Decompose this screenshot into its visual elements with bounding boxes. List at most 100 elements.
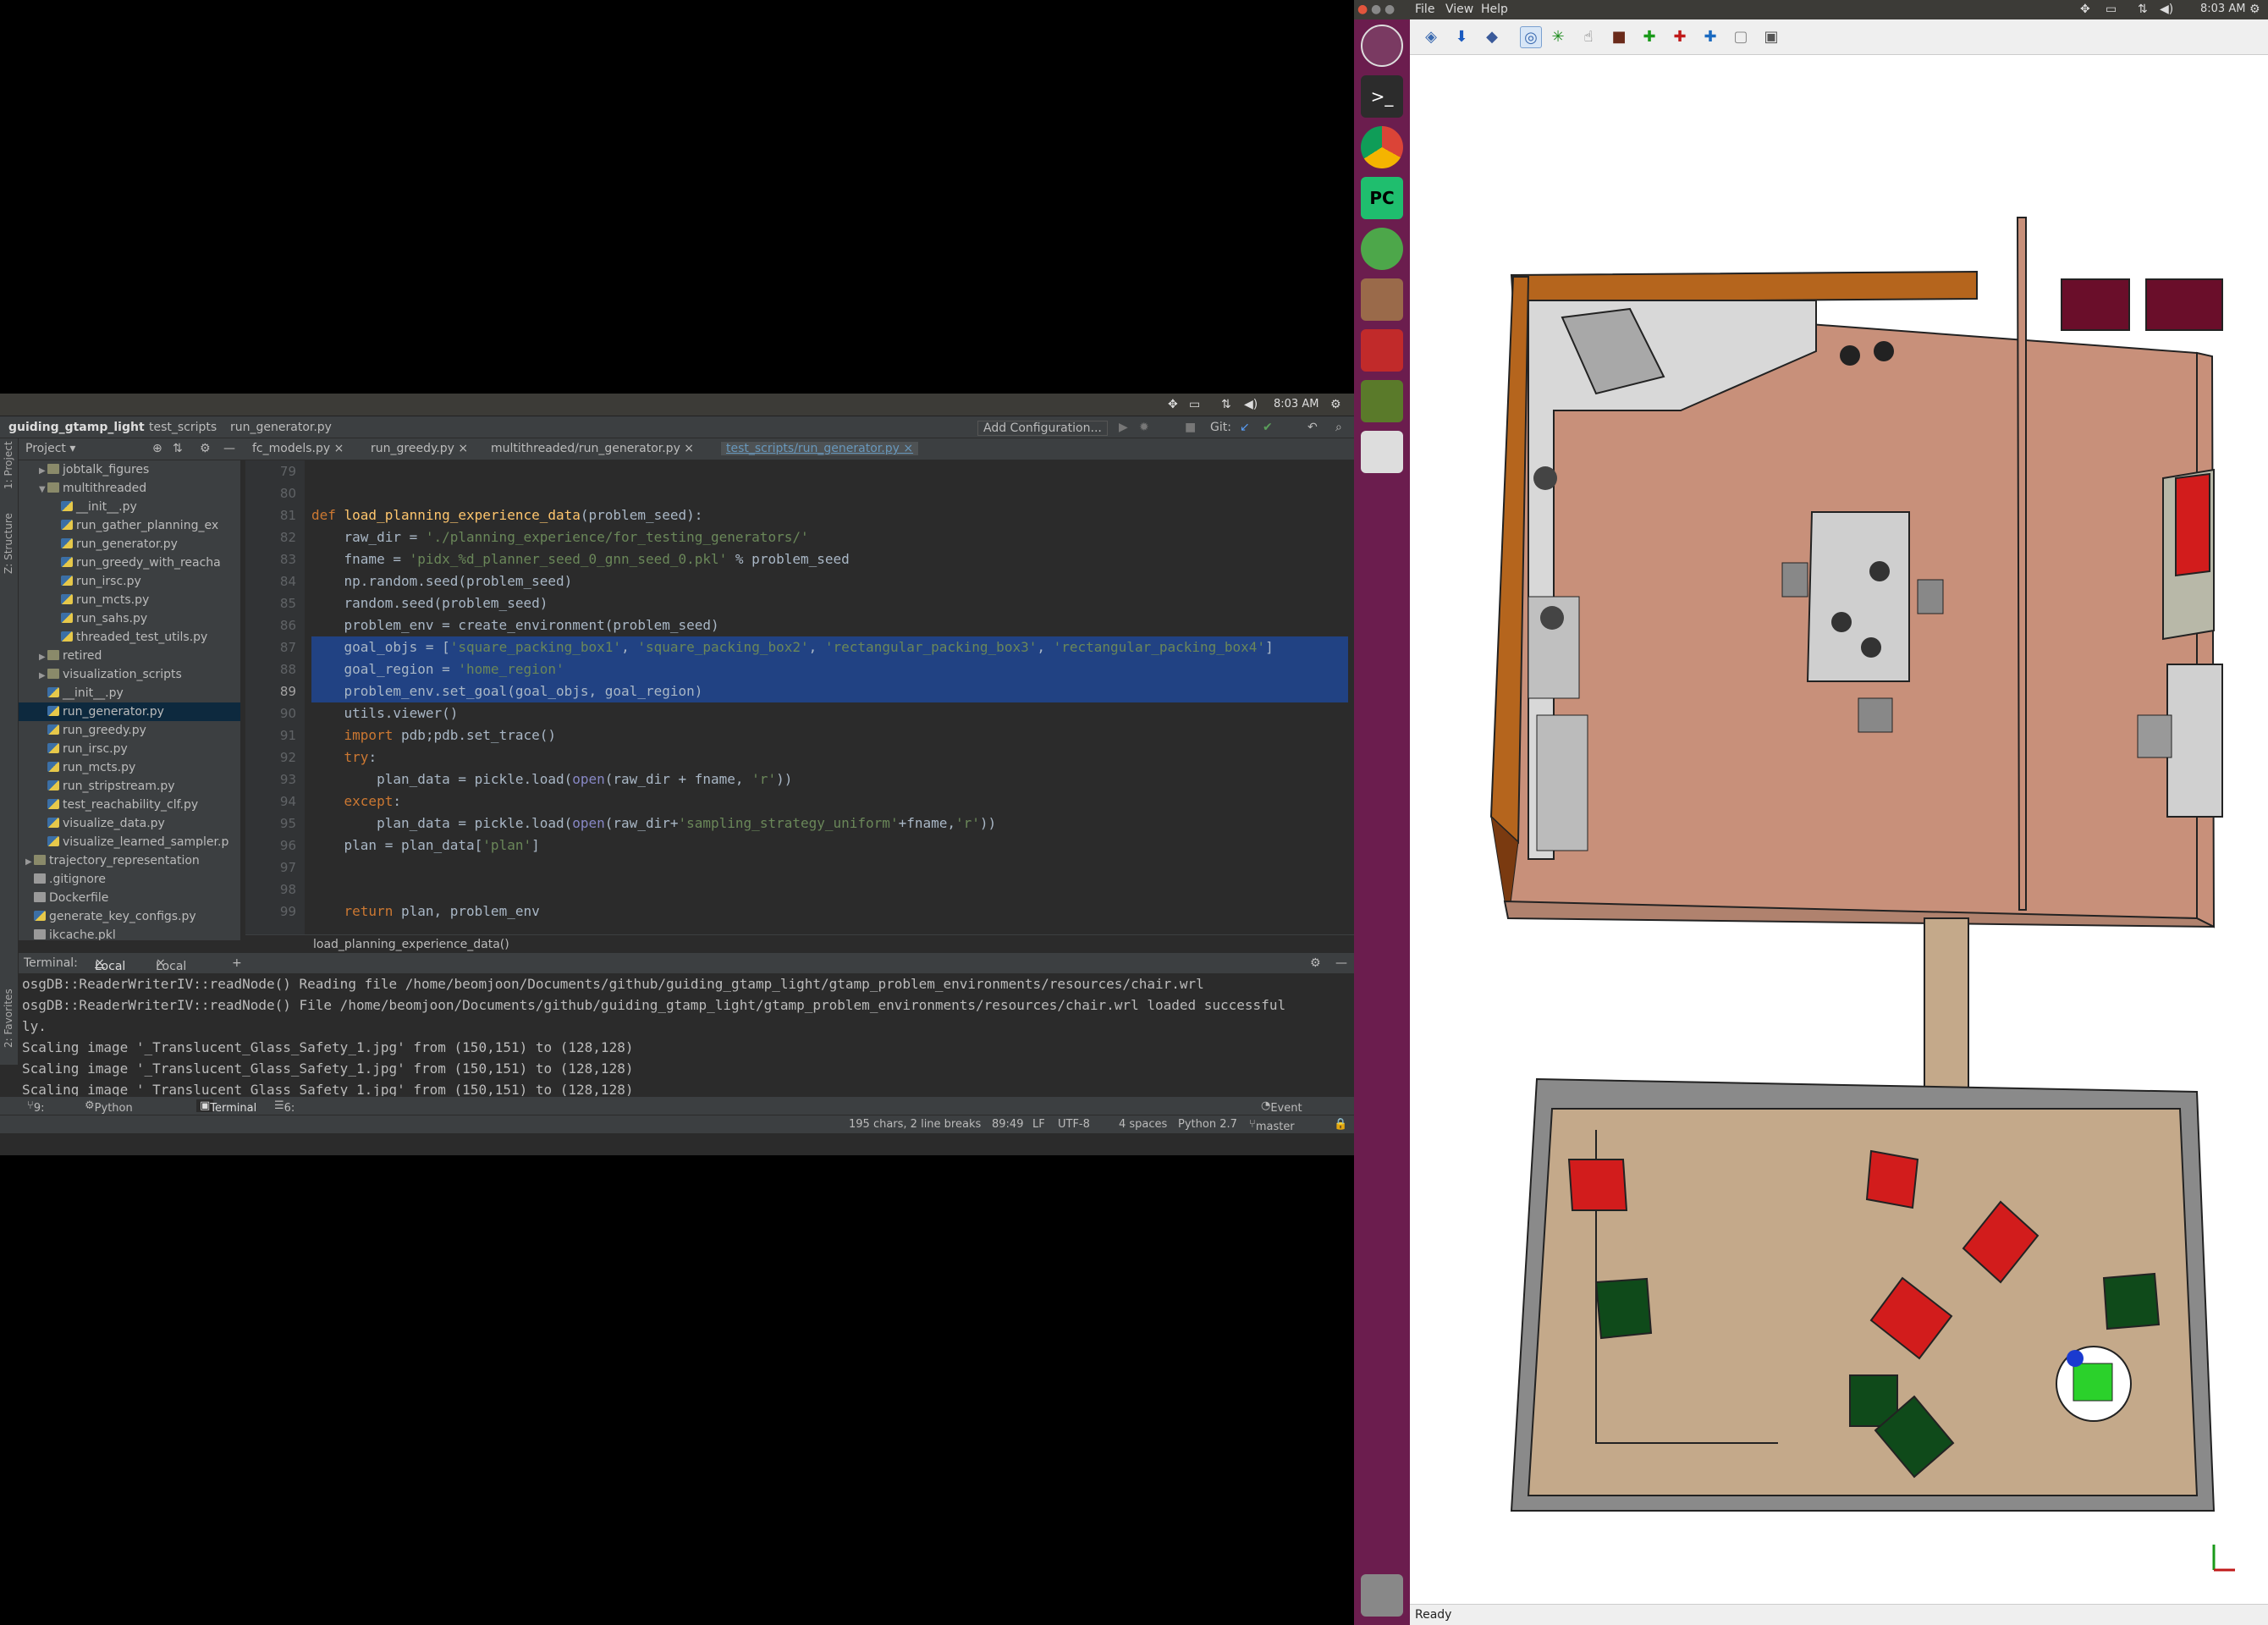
git-update-icon[interactable]: ↙	[1240, 421, 1250, 434]
record-icon[interactable]: ▣	[1760, 26, 1782, 48]
tree-item[interactable]: run_greedy.py	[19, 721, 240, 740]
git-branch[interactable]: ⑂ master	[1249, 1118, 1295, 1133]
collapse-arrow-icon[interactable]: ▶	[39, 648, 47, 667]
collapse-arrow-icon[interactable]: ▶	[25, 853, 34, 872]
tree-item[interactable]: run_mcts.py	[19, 758, 240, 777]
code-line[interactable]: def load_planning_experience_data(proble…	[311, 504, 1348, 526]
keyboard-icon[interactable]: ▭	[1189, 398, 1200, 411]
code-line[interactable]: goal_objs = ['square_packing_box1', 'squ…	[311, 636, 1348, 658]
code-line[interactable]: plan_data = pickle.load(open(raw_dir+'sa…	[311, 812, 1348, 835]
terminal-tab-local-2[interactable]: Local (2) ×	[156, 956, 186, 987]
close-window-icon[interactable]: ●	[1357, 3, 1368, 16]
tree-item[interactable]: run_generator.py	[19, 702, 240, 721]
tree-item[interactable]: run_greedy_with_reacha	[19, 554, 240, 572]
tree-item[interactable]: ▶ retired	[19, 647, 240, 665]
tree-item[interactable]: __init__.py	[19, 498, 240, 516]
axis-x-icon[interactable]: ✚	[1638, 26, 1660, 48]
tree-item[interactable]: run_stripstream.py	[19, 777, 240, 796]
keyboard-icon[interactable]: ▭	[2106, 3, 2117, 16]
evince-icon[interactable]	[1361, 329, 1403, 372]
project-view-dropdown[interactable]: Project ▾	[25, 442, 75, 455]
menu-file[interactable]: File	[1415, 3, 1434, 16]
text-editor-icon[interactable]	[1361, 431, 1403, 473]
lock-icon[interactable]: 🔒	[1334, 1118, 1347, 1131]
image-viewer-icon[interactable]	[1361, 380, 1403, 422]
collapse-arrow-icon[interactable]: ▶	[39, 667, 47, 686]
atom-icon[interactable]	[1361, 228, 1403, 270]
tree-item[interactable]: run_gather_planning_ex	[19, 516, 240, 535]
tab-multithreaded-run-generator[interactable]: multithreaded/run_generator.py ×	[491, 442, 694, 455]
tree-item[interactable]: run_irsc.py	[19, 572, 240, 591]
code-line[interactable]: goal_region = 'home_region'	[311, 658, 1348, 680]
camera-icon[interactable]: ◆	[1481, 26, 1503, 48]
nav-project[interactable]: guiding_gtamp_light	[8, 421, 145, 434]
menu-view[interactable]: View	[1445, 3, 1473, 16]
terminal-output[interactable]: osgDB::ReaderWriterIV::readNode() Readin…	[19, 973, 1354, 1096]
network-icon[interactable]: ⇅	[2138, 3, 2148, 16]
terminal-icon[interactable]: >_	[1361, 75, 1403, 118]
todo-tool-button[interactable]: ☰ 6: TODO	[274, 1099, 317, 1127]
code-line[interactable]: problem_env.set_goal(goal_objs, goal_reg…	[311, 680, 1348, 702]
3d-scene-view[interactable]	[1410, 55, 2268, 1604]
clock[interactable]: 8:03 AM	[1274, 398, 1318, 410]
tab-fc-models[interactable]: fc_models.py ×	[252, 442, 344, 455]
tab-test-scripts-run-generator[interactable]: test_scripts/run_generator.py ×	[721, 442, 919, 455]
files-icon[interactable]	[1361, 278, 1403, 321]
open-icon[interactable]: ◈	[1420, 26, 1442, 48]
tree-item[interactable]: Dockerfile	[19, 889, 240, 907]
debug-icon[interactable]: ✹	[1139, 421, 1149, 434]
tree-item[interactable]: ▶ trajectory_representation	[19, 851, 240, 870]
caret-position[interactable]: 89:49	[992, 1118, 1023, 1131]
tree-item[interactable]: __init__.py	[19, 684, 240, 702]
trash-icon[interactable]	[1361, 1574, 1403, 1617]
interpreter[interactable]: Python 2.7	[1178, 1118, 1237, 1131]
tree-item[interactable]: .gitignore	[19, 870, 240, 889]
network-icon[interactable]: ⇅	[1221, 398, 1231, 411]
tree-item[interactable]: generate_key_configs.py	[19, 907, 240, 926]
code-line[interactable]: np.random.seed(problem_seed)	[311, 570, 1348, 592]
code-line[interactable]	[311, 482, 1348, 504]
code-line[interactable]: fname = 'pidx_%d_planner_seed_0_gnn_seed…	[311, 548, 1348, 570]
pycharm-icon[interactable]: PC	[1361, 177, 1403, 219]
rotate-view-icon[interactable]: ◎	[1520, 26, 1542, 48]
nav-file[interactable]: run_generator.py	[230, 421, 332, 434]
translate-axes-icon[interactable]: ✳	[1547, 26, 1569, 48]
pick-hand-icon[interactable]: ☝	[1577, 26, 1599, 48]
expand-arrow-icon[interactable]: ▼	[39, 481, 47, 499]
chrome-icon[interactable]	[1361, 126, 1403, 168]
stop-icon[interactable]: ■	[1185, 421, 1196, 434]
collapse-icon[interactable]: ⇅	[173, 442, 183, 455]
code-area[interactable]: def load_planning_experience_data(proble…	[311, 460, 1348, 934]
code-line[interactable]: problem_env = create_environment(problem…	[311, 614, 1348, 636]
favorites-tool-tab[interactable]: 2: Favorites	[3, 989, 14, 1048]
code-line[interactable]: raw_dir = './planning_experience/for_tes…	[311, 526, 1348, 548]
hide-panel-icon[interactable]: —	[223, 442, 235, 455]
code-line[interactable]: return plan, problem_env	[311, 901, 1348, 923]
code-line[interactable]: plan = plan_data['plan']	[311, 835, 1348, 857]
tree-item[interactable]: run_mcts.py	[19, 591, 240, 609]
file-encoding[interactable]: UTF-8	[1058, 1118, 1090, 1131]
code-breadcrumb[interactable]: load_planning_experience_data()	[245, 934, 1354, 953]
project-tool-tab[interactable]: 1: Project	[3, 441, 14, 489]
code-line[interactable]: import pdb;pdb.set_trace()	[311, 724, 1348, 746]
menu-help[interactable]: Help	[1481, 3, 1508, 16]
terminal-tab-local[interactable]: Local ×	[95, 956, 125, 973]
tree-item[interactable]: run_irsc.py	[19, 740, 240, 758]
tree-item[interactable]: threaded_test_utils.py	[19, 628, 240, 647]
git-commit-icon[interactable]: ✔	[1263, 421, 1273, 434]
tree-item[interactable]: ikcache.pkl	[19, 926, 240, 940]
gear-icon[interactable]: ⚙	[1330, 398, 1341, 411]
tree-item[interactable]: visualize_learned_sampler.p	[19, 833, 240, 851]
code-line[interactable]	[311, 857, 1348, 879]
volume-icon[interactable]: ◀)	[1244, 398, 1258, 411]
collapse-arrow-icon[interactable]: ▶	[39, 462, 47, 481]
terminal-settings-icon[interactable]: ⚙	[1310, 956, 1321, 970]
tree-item[interactable]: ▶ jobtalk_figures	[19, 460, 240, 479]
minimize-window-icon[interactable]: ●	[1371, 3, 1381, 16]
add-configuration-button[interactable]: Add Configuration...	[977, 421, 1108, 436]
tree-item[interactable]: ▶ visualization_scripts	[19, 665, 240, 684]
code-editor[interactable]: 79 80 81 82 83 84 85 86 87 88 89 90 91 92 93 94 95 96 97 98…	[245, 460, 1354, 934]
tree-item[interactable]: test_reachability_clf.py	[19, 796, 240, 814]
run-icon[interactable]: ▶	[1119, 421, 1128, 434]
ubuntu-dash-icon[interactable]	[1361, 25, 1403, 67]
